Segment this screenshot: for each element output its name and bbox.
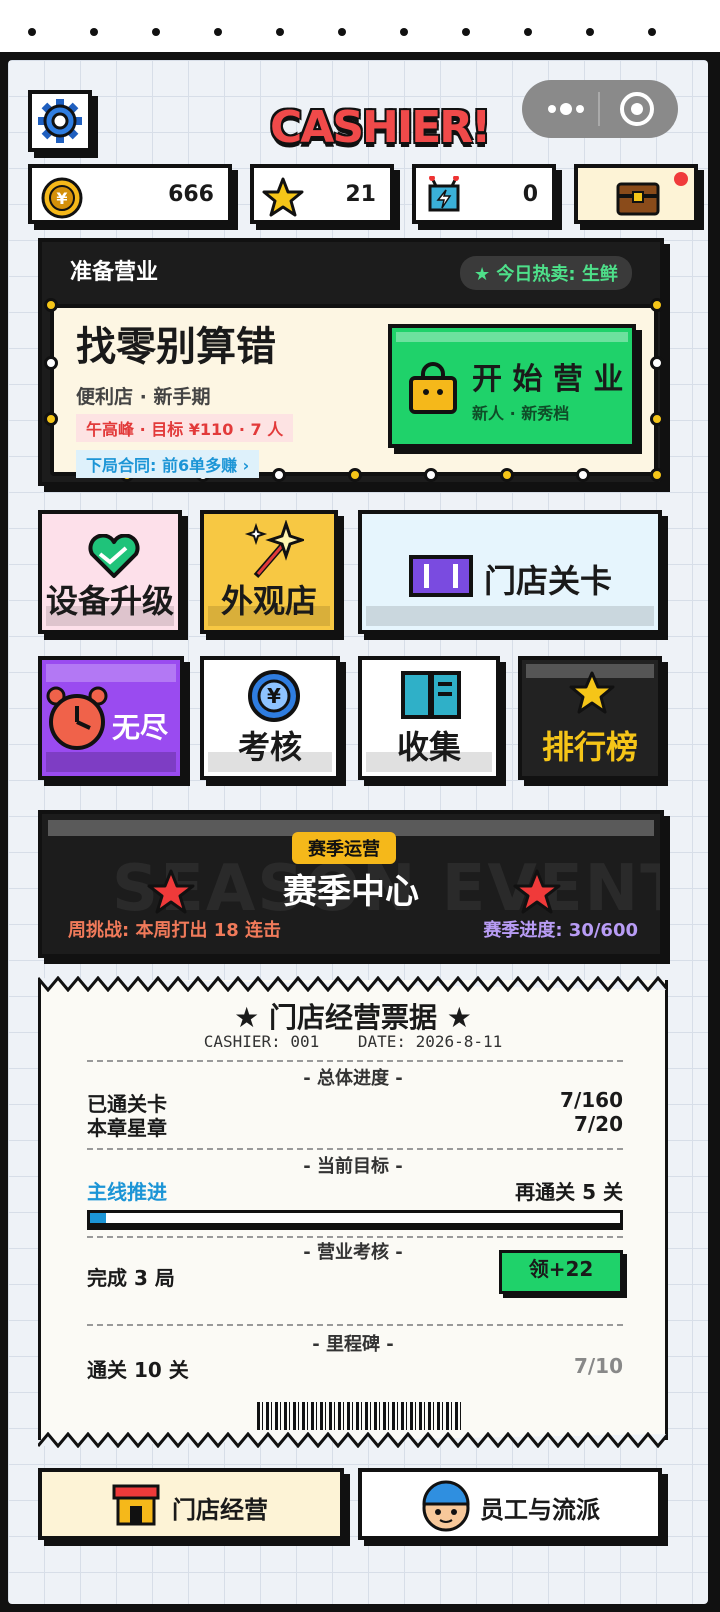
star-icon xyxy=(262,177,304,217)
collection-tile[interactable]: 收集 xyxy=(358,656,500,780)
endless-mode-tile[interactable]: 无尽 xyxy=(38,656,184,780)
game-logo: CASHIER! xyxy=(270,102,491,153)
yen-coin-icon: ¥ xyxy=(248,670,300,722)
start-label: 开 始 营 业 xyxy=(472,362,624,397)
staff-button[interactable]: 员工与流派 xyxy=(358,1468,662,1540)
ticket-counter[interactable]: 0 xyxy=(412,164,556,224)
business-banner[interactable]: 准备营业 ★ 今日热卖: 生鲜 找零别算错 便利店 · 新手期 午高峰 · 目标… xyxy=(38,238,664,486)
ticket-strip-icon xyxy=(409,555,473,597)
coin-value: 666 xyxy=(168,182,214,207)
ticket-icon xyxy=(428,176,460,212)
coin-icon: ¥ xyxy=(41,177,83,219)
game-screen: CASHIER! ¥ 666 21 0 准备营业 ★ 今日热卖: 生鲜 找零别算… xyxy=(8,60,708,1604)
goal-progress-fill xyxy=(90,1213,106,1223)
equipment-upgrade-tile[interactable]: 设备升级 xyxy=(38,510,182,634)
storefront-icon xyxy=(112,1484,160,1526)
start-business-button[interactable]: 开 始 营 业 新人 · 新秀档 xyxy=(388,324,636,448)
start-sub: 新人 · 新秀档 xyxy=(472,404,570,423)
svg-text:¥: ¥ xyxy=(56,189,67,208)
gear-icon xyxy=(38,99,82,143)
star-icon xyxy=(569,671,615,714)
rush-info: 午高峰 · 目标 ¥110 · 7 人 xyxy=(76,414,294,442)
red-star-icon xyxy=(513,869,561,914)
magic-wand-icon xyxy=(244,520,304,578)
settings-button[interactable] xyxy=(28,90,92,152)
equipment-upgrade-label: 设备升级 xyxy=(45,582,174,620)
store-receipt: ★ 门店经营票据 ★ CASHIER: 001 DATE: 2026-8-11 … xyxy=(38,976,668,1448)
endless-label: 无尽 xyxy=(112,711,169,744)
season-center-panel[interactable]: SEASON EVENT 赛季运营 赛季中心 周挑战: 本周打出 18 连击 赛… xyxy=(38,810,664,958)
milestone-value: 7/10 xyxy=(573,1354,623,1378)
banner-status: 准备营业 xyxy=(70,260,159,285)
svg-text:¥: ¥ xyxy=(267,684,281,708)
milestone-label: 通关 10 关 xyxy=(87,1358,189,1382)
contract-info[interactable]: 下局合同: 前6单多赚 › xyxy=(76,450,260,478)
store-levels-label: 门店关卡 xyxy=(484,562,613,600)
section-milestone: - 里程碑 - xyxy=(312,1334,394,1355)
collection-label: 收集 xyxy=(396,728,461,766)
star-value: 21 xyxy=(345,182,376,207)
red-star-icon xyxy=(147,869,195,914)
receipt-meta: CASHIER: 001 DATE: 2026-8-11 xyxy=(203,1032,503,1051)
goal-label: 主线推进 xyxy=(87,1180,167,1204)
close-icon[interactable] xyxy=(618,90,656,128)
chest-icon xyxy=(616,182,660,216)
star-counter[interactable]: 21 xyxy=(250,164,394,224)
season-progress: 赛季进度: 30/600 xyxy=(483,920,638,941)
barcode xyxy=(257,1402,463,1430)
receipt-top-edge xyxy=(38,976,668,992)
exam-tile[interactable]: ¥ 考核 xyxy=(200,656,340,780)
shopping-bag-icon xyxy=(409,362,457,414)
stars-value: 7/20 xyxy=(573,1112,623,1136)
receipt-title: ★ 门店经营票据 ★ xyxy=(234,1001,472,1034)
book-icon xyxy=(401,671,461,719)
store-levels-tile[interactable]: 门店关卡 xyxy=(358,510,662,634)
section-overall: - 总体进度 - xyxy=(303,1068,403,1089)
store-tier: 便利店 · 新手期 xyxy=(76,386,211,408)
goal-progress-bar xyxy=(87,1210,623,1226)
treasure-chest-button[interactable] xyxy=(574,164,698,224)
heart-icon xyxy=(88,534,140,578)
miniapp-capsule[interactable] xyxy=(522,80,678,138)
weekly-challenge: 周挑战: 本周打出 18 连击 xyxy=(68,920,282,941)
notification-dot xyxy=(674,172,688,186)
appearance-shop-tile[interactable]: 外观店 xyxy=(200,510,338,634)
appearance-shop-label: 外观店 xyxy=(220,582,317,620)
receipt-bottom-edge xyxy=(38,1432,668,1448)
banner-ticket: 找零别算错 便利店 · 新手期 午高峰 · 目标 ¥110 · 7 人 下局合同… xyxy=(44,298,664,482)
more-icon[interactable] xyxy=(542,98,590,120)
ranking-tile[interactable]: 排行榜 xyxy=(518,656,662,780)
ranking-label: 排行榜 xyxy=(541,728,638,766)
season-badge: 赛季运营 xyxy=(292,832,396,864)
cleared-value: 7/160 xyxy=(560,1088,623,1112)
hot-sale-badge: ★ 今日热卖: 生鲜 xyxy=(460,256,632,290)
stars-label: 本章星章 xyxy=(87,1116,167,1140)
claim-reward-button[interactable]: 领+22 xyxy=(499,1250,623,1294)
status-dots xyxy=(0,0,720,52)
ticket-value: 0 xyxy=(522,182,538,207)
store-management-label: 门店经营 xyxy=(172,1496,268,1524)
store-management-button[interactable]: 门店经营 xyxy=(38,1468,344,1540)
goal-value: 再通关 5 关 xyxy=(515,1180,623,1204)
banner-title: 找零别算错 xyxy=(76,324,276,370)
coin-counter[interactable]: ¥ 666 xyxy=(28,164,232,224)
alarm-clock-icon xyxy=(46,686,108,750)
season-title: 赛季中心 xyxy=(283,872,419,912)
exam-label: 考核 xyxy=(237,728,302,766)
staff-label: 员工与流派 xyxy=(480,1496,600,1524)
section-goal: - 当前目标 - xyxy=(303,1156,403,1177)
staff-avatar-icon xyxy=(422,1480,470,1532)
